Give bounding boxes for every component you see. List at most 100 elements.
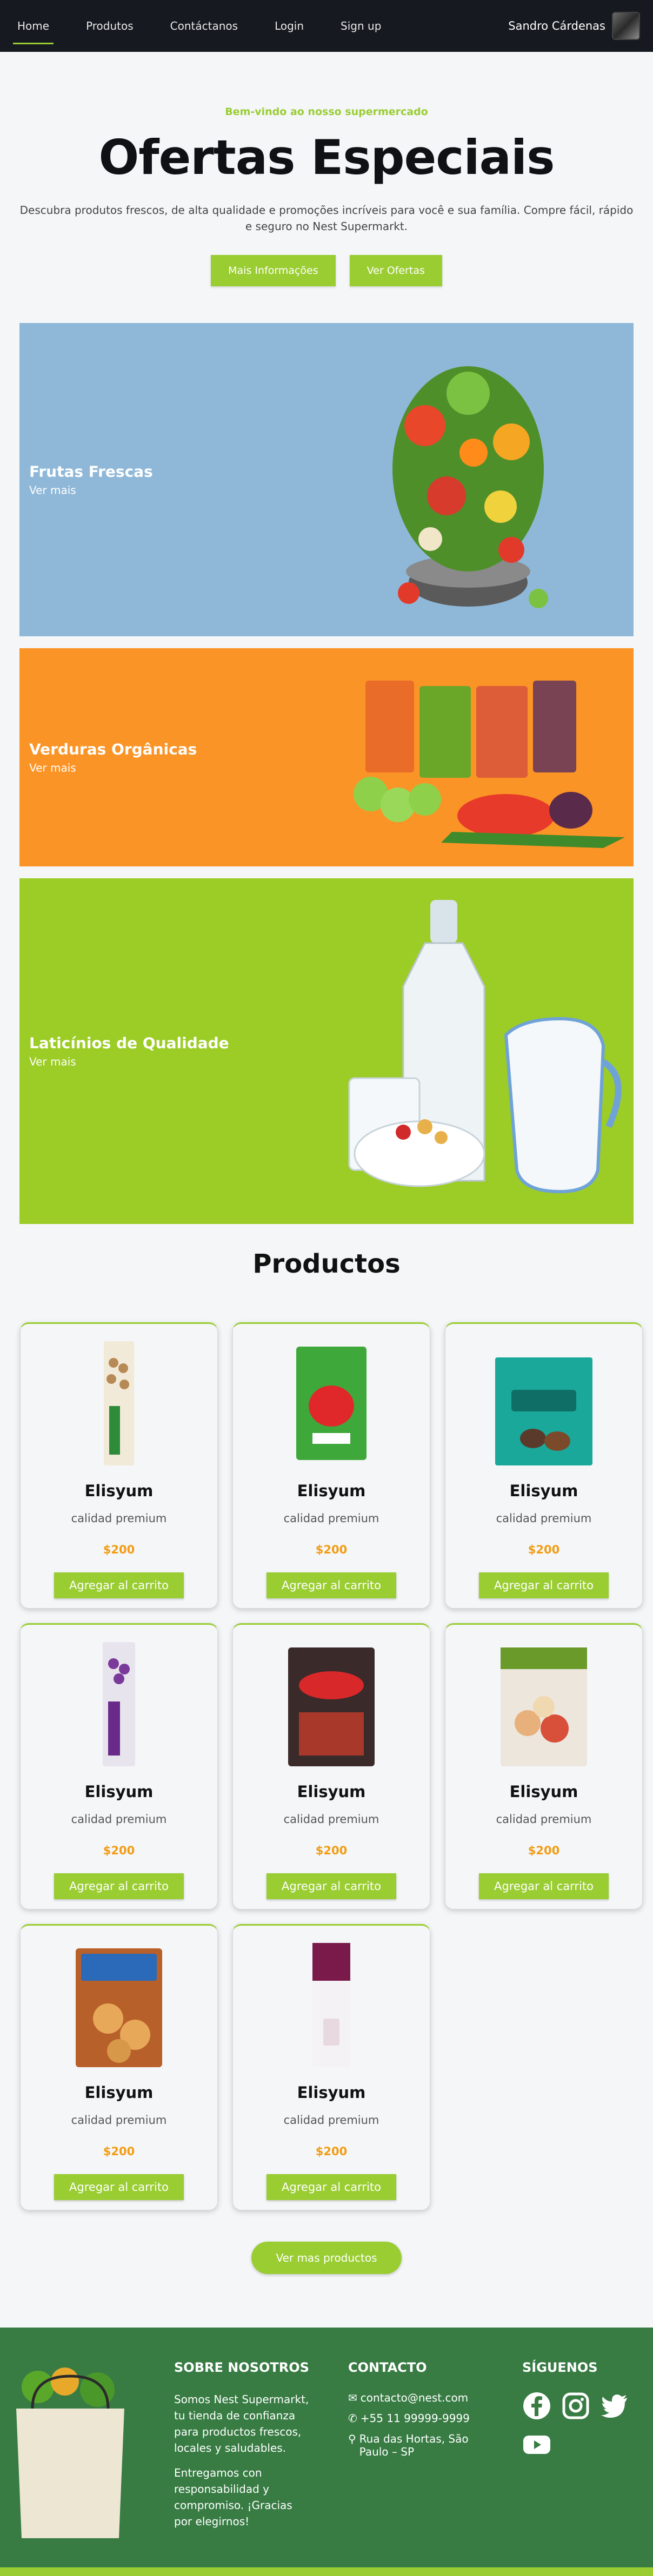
products-section-title: Productos: [252, 1249, 401, 1279]
product-name: Elisyum: [297, 1482, 366, 1500]
nav-link-produtos[interactable]: Produtos: [82, 0, 138, 52]
view-offers-button[interactable]: Ver Ofertas: [349, 255, 442, 286]
product-name: Elisyum: [509, 1482, 578, 1500]
ades-almond-carton-icon: [104, 1341, 134, 1465]
footer-email[interactable]: ✉ contacto@nest.com: [348, 2391, 489, 2404]
hero-description: Descubra produtos frescos, de alta quali…: [19, 204, 634, 233]
product-description: calidad premium: [283, 2114, 379, 2127]
facebook-icon[interactable]: [522, 2391, 551, 2420]
page-title: Ofertas Especiais: [98, 130, 555, 185]
add-to-cart-button[interactable]: Agregar al carrito: [54, 1873, 184, 1899]
footer-about: SOBRE NOSOTROS Somos Nest Supermarkt, tu…: [174, 2360, 309, 2530]
product-description: calidad premium: [496, 1813, 592, 1826]
product-description: calidad premium: [283, 1813, 379, 1826]
banner-text: Laticínios de Qualidade Ver mais: [29, 1034, 229, 1068]
footer-address-text: Rua das Hortas, São Paulo – SP: [359, 2432, 469, 2458]
product-card: Elisyum calidad premium $200 Agregar al …: [445, 1322, 643, 1609]
hero-section: Bem-vindo ao nosso supermercado Ofertas …: [0, 52, 653, 323]
nav-link-contactanos[interactable]: Contáctanos: [166, 0, 242, 52]
product-description: calidad premium: [496, 1512, 592, 1525]
footer-address: ⚲ Rua das Hortas, São Paulo – SP: [348, 2432, 489, 2458]
nav-link-login[interactable]: Login: [270, 0, 308, 52]
more-products-wrap: Ver mas productos: [0, 2242, 653, 2274]
add-to-cart-button[interactable]: Agregar al carrito: [266, 1873, 396, 1899]
product-price: $200: [315, 2145, 348, 2158]
footer: SOBRE NOSOTROS Somos Nest Supermarkt, tu…: [0, 2328, 653, 2576]
banner-see-more-link[interactable]: Ver mais: [29, 1055, 229, 1068]
more-info-button[interactable]: Mais Informações: [211, 255, 336, 286]
twitter-icon[interactable]: [600, 2391, 629, 2420]
product-card: Elisyum calidad premium $200 Agregar al …: [232, 1623, 430, 1909]
category-banners: Frutas Frescas Ver mais Verduras Orgânic…: [0, 323, 653, 1224]
product-price: $200: [315, 1543, 348, 1556]
add-to-cart-button[interactable]: Agregar al carrito: [54, 2174, 184, 2200]
product-price: $200: [528, 1543, 560, 1556]
footer-bottom-bar: [0, 2567, 653, 2576]
product-card: Elisyum calidad premium $200 Agregar al …: [445, 1623, 643, 1909]
banner-title: Frutas Frescas: [29, 462, 153, 481]
ades-soy-grape-carton-icon: [103, 1642, 135, 1766]
gamesa-cookies-box-icon: [76, 1948, 162, 2067]
product-name: Elisyum: [84, 2083, 154, 2102]
avatar[interactable]: [612, 12, 640, 40]
product-price: $200: [315, 1844, 348, 1857]
footer-about-text-2: Entregamos con responsabilidad y comprom…: [174, 2466, 292, 2528]
add-to-cart-button[interactable]: Agregar al carrito: [266, 1572, 396, 1598]
product-name: Elisyum: [297, 2083, 366, 2102]
juices-image: [354, 681, 625, 848]
product-description: calidad premium: [71, 2114, 167, 2127]
strawberry-jelly-pack-icon: [296, 1347, 367, 1460]
larin-chocolate-box-icon: [495, 1357, 592, 1465]
banner-title: Laticínios de Qualidade: [29, 1034, 229, 1052]
product-card: Elisyum calidad premium $200 Agregar al …: [20, 1623, 218, 1909]
user-name: Sandro Cárdenas: [508, 19, 605, 32]
banner-frutas-frescas[interactable]: Frutas Frescas Ver mais: [19, 323, 634, 636]
hero-buttons: Mais Informações Ver Ofertas: [0, 255, 653, 286]
footer-email-text: contacto@nest.com: [360, 2391, 469, 2404]
product-name: Elisyum: [509, 1783, 578, 1801]
product-card: Elisyum calidad premium $200 Agregar al …: [232, 1924, 430, 2210]
product-price: $200: [103, 2145, 135, 2158]
product-name: Elisyum: [84, 1783, 154, 1801]
footer-social-title: SÍGUENOS: [522, 2360, 598, 2375]
footer-about-title: SOBRE NOSOTROS: [174, 2360, 309, 2375]
gansito-candy-bag-icon: [288, 1647, 375, 1766]
banner-text: Verduras Orgânicas Ver mais: [29, 741, 197, 775]
veggie-chips-bag-icon: [501, 1647, 587, 1766]
phone-icon: ✆: [348, 2412, 357, 2425]
instagram-icon[interactable]: [561, 2391, 590, 2420]
nav-link-signup[interactable]: Sign up: [336, 0, 385, 52]
footer-contact: CONTACTO ✉ contacto@nest.com ✆ +55 11 99…: [348, 2360, 489, 2466]
email-icon: ✉: [348, 2391, 357, 2404]
banner-see-more-link[interactable]: Ver mais: [29, 762, 197, 775]
product-name: Elisyum: [297, 1783, 366, 1801]
santa-clara-milk-carton-icon: [312, 1943, 350, 2067]
top-navbar: Home Produtos Contáctanos Login Sign up …: [0, 0, 653, 52]
banner-text: Frutas Frescas Ver mais: [29, 463, 153, 497]
add-to-cart-button[interactable]: Agregar al carrito: [479, 1873, 609, 1899]
add-to-cart-button[interactable]: Agregar al carrito: [479, 1572, 609, 1598]
product-description: calidad premium: [71, 1512, 167, 1525]
product-card: Elisyum calidad premium $200 Agregar al …: [20, 1322, 218, 1609]
banner-verduras-organicas[interactable]: Verduras Orgânicas Ver mais: [19, 648, 634, 866]
banner-laticinios[interactable]: Laticínios de Qualidade Ver mais: [19, 878, 634, 1224]
nav-link-home[interactable]: Home: [13, 0, 54, 52]
product-price: $200: [528, 1844, 560, 1857]
product-description: calidad premium: [283, 1512, 379, 1525]
banner-see-more-link[interactable]: Ver mais: [29, 484, 153, 497]
product-price: $200: [103, 1844, 135, 1857]
footer-phone[interactable]: ✆ +55 11 99999-9999: [348, 2412, 489, 2425]
dairy-image: [348, 900, 622, 1194]
product-name: Elisyum: [84, 1482, 154, 1500]
add-to-cart-button[interactable]: Agregar al carrito: [266, 2174, 396, 2200]
products-grid: Elisyum calidad premium $200 Agregar al …: [0, 1322, 653, 2210]
product-description: calidad premium: [71, 1813, 167, 1826]
footer-social: SÍGUENOS: [522, 2360, 647, 2459]
social-links: [522, 2391, 641, 2459]
add-to-cart-button[interactable]: Agregar al carrito: [54, 1572, 184, 1598]
banner-title: Verduras Orgânicas: [29, 740, 197, 758]
footer-about-text-1: Somos Nest Supermarkt, tu tienda de conf…: [174, 2393, 309, 2454]
youtube-icon[interactable]: [522, 2430, 551, 2459]
more-products-button[interactable]: Ver mas productos: [251, 2242, 402, 2274]
user-menu[interactable]: Sandro Cárdenas: [508, 12, 640, 40]
